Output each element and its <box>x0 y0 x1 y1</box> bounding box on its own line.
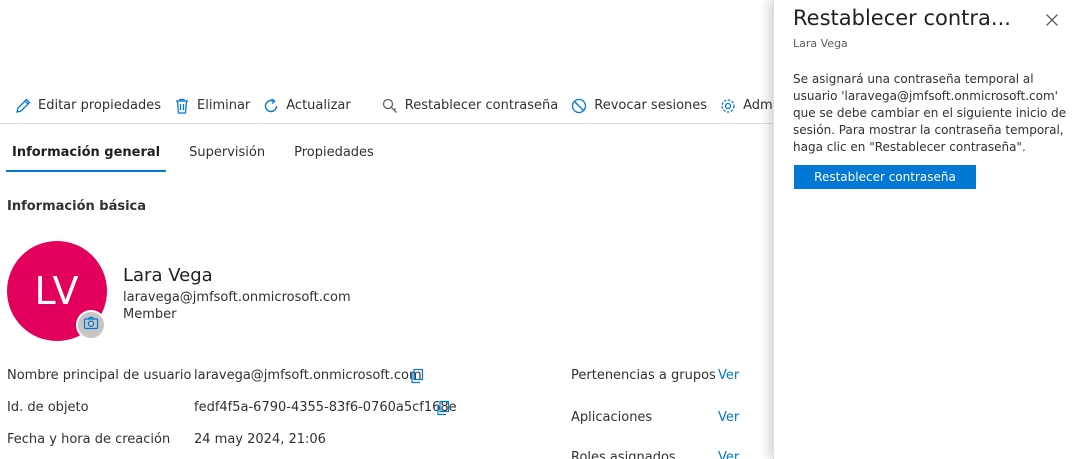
object-id-value: fedf4f5a-6790-4355-83f6-0760a5cf168e <box>194 400 457 415</box>
copy-object-id-button[interactable] <box>435 400 451 416</box>
revoke-sessions-label: Revocar sesiones <box>594 98 708 113</box>
edit-properties-label: Editar propiedades <box>38 98 161 113</box>
refresh-icon <box>262 97 280 115</box>
delete-button[interactable]: Eliminar <box>167 91 256 121</box>
created-value: 24 may 2024, 21:06 <box>194 432 326 447</box>
delete-label: Eliminar <box>197 98 251 113</box>
roles-label: Roles asignados <box>571 450 676 459</box>
tab-bar: Información general Supervisión Propieda… <box>6 138 397 172</box>
gear-icon <box>719 97 737 115</box>
key-search-icon <box>381 97 399 115</box>
camera-icon <box>83 315 99 335</box>
user-overview-page: Editar propiedades Eliminar Actualizar R… <box>0 0 775 459</box>
copy-icon <box>435 400 451 420</box>
groups-view-link[interactable]: Ver <box>718 368 739 383</box>
refresh-button[interactable]: Actualizar <box>256 91 356 121</box>
groups-label: Pertenencias a grupos <box>571 368 716 383</box>
applications-view-link[interactable]: Ver <box>718 410 739 425</box>
reset-password-submit-button[interactable]: Restablecer contraseña <box>794 165 976 189</box>
user-email: laravega@jmfsoft.onmicrosoft.com <box>123 290 351 305</box>
close-icon <box>1044 14 1060 32</box>
copy-icon <box>409 368 425 388</box>
tab-overview[interactable]: Información general <box>6 138 167 172</box>
panel-description: Se asignará una contraseña temporal al u… <box>793 72 1067 154</box>
user-type: Member <box>123 307 177 322</box>
avatar-initials: LV <box>34 269 80 313</box>
change-photo-button[interactable] <box>76 310 106 340</box>
tab-properties[interactable]: Propiedades <box>288 138 380 172</box>
pencil-icon <box>14 97 32 115</box>
block-icon <box>570 97 588 115</box>
created-label: Fecha y hora de creación <box>7 432 171 447</box>
reset-password-label: Restablecer contraseña <box>404 98 559 113</box>
section-title: Información básica <box>7 199 147 214</box>
manage-button[interactable]: Administrar <box>713 91 775 121</box>
command-bar: Editar propiedades Eliminar Actualizar R… <box>0 88 775 124</box>
applications-label: Aplicaciones <box>571 410 653 425</box>
upn-label: Nombre principal de usuario <box>7 368 192 383</box>
object-id-label: Id. de objeto <box>7 400 89 415</box>
manage-label: Administrar <box>743 98 775 113</box>
roles-view-link[interactable]: Ver <box>718 450 739 459</box>
tab-monitoring[interactable]: Supervisión <box>183 138 271 172</box>
panel-title: Restablecer contra... <box>793 6 1011 30</box>
refresh-label: Actualizar <box>286 98 351 113</box>
trash-icon <box>173 97 191 115</box>
close-panel-button[interactable] <box>1044 12 1060 28</box>
revoke-sessions-button[interactable]: Revocar sesiones <box>564 91 713 121</box>
upn-value: laravega@jmfsoft.onmicrosoft.com <box>194 368 422 383</box>
copy-upn-button[interactable] <box>409 368 425 384</box>
user-display-name: Lara Vega <box>123 265 213 286</box>
panel-subtitle: Lara Vega <box>793 37 848 50</box>
edit-properties-button[interactable]: Editar propiedades <box>8 91 167 121</box>
reset-password-panel: Restablecer contra... Lara Vega Se asign… <box>773 0 1088 459</box>
reset-password-button[interactable]: Restablecer contraseña <box>375 91 565 121</box>
